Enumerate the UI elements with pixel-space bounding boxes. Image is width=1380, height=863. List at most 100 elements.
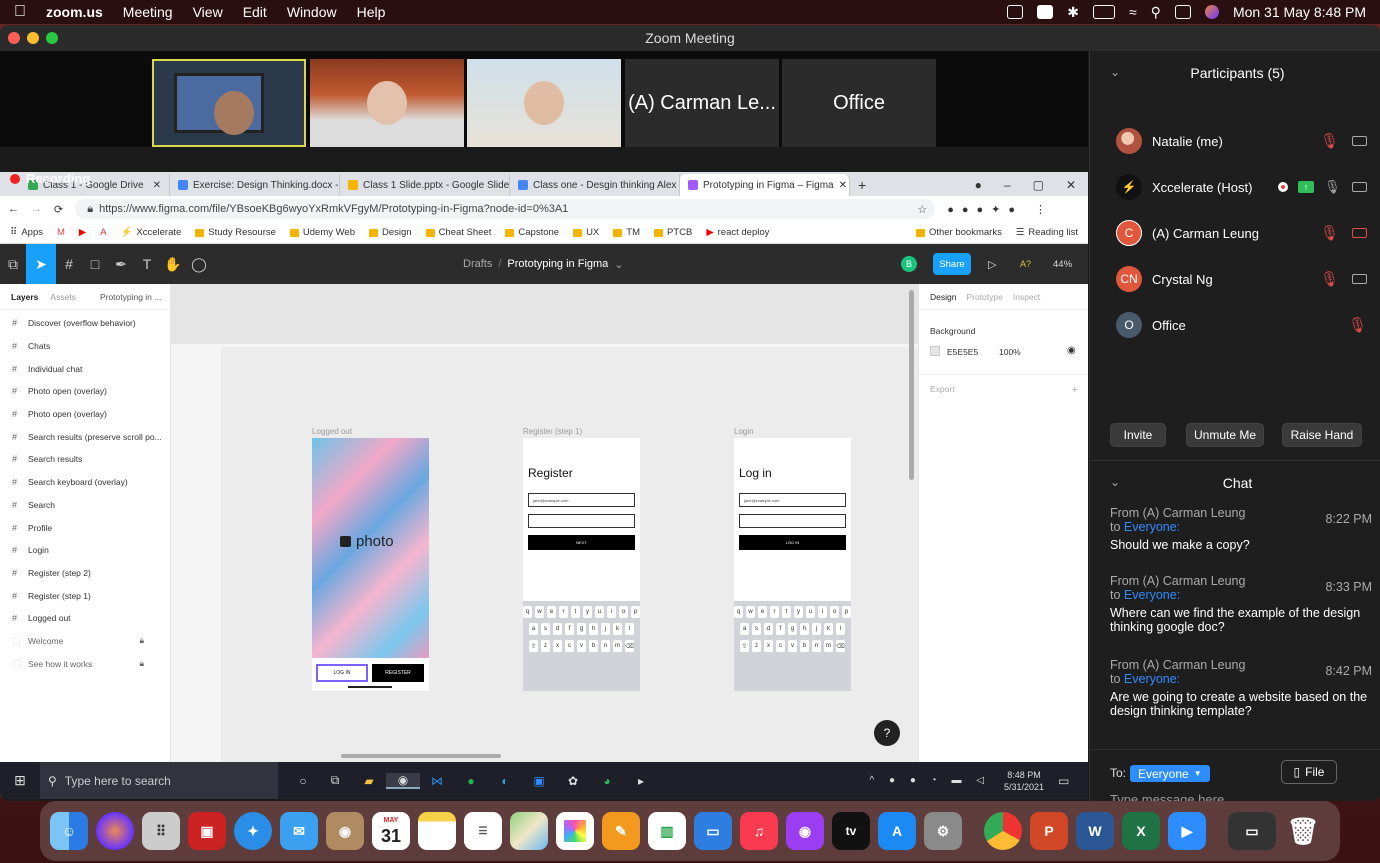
help-button[interactable]: ? [874, 720, 900, 746]
camera-off-icon[interactable] [1352, 228, 1367, 238]
siri-dock-icon[interactable] [96, 812, 134, 850]
spotify-icon[interactable]: ● [454, 774, 488, 788]
raise-hand-button[interactable]: Raise Hand [1282, 423, 1362, 447]
menu-view[interactable]: View [193, 4, 223, 20]
mic-icon[interactable]: 🎙︎ [1324, 179, 1341, 195]
control-center-icon[interactable] [1174, 5, 1191, 19]
chat-input[interactable]: Type message here... [1110, 792, 1360, 801]
numbers-icon[interactable]: ▥ [648, 812, 686, 850]
bookmark-study[interactable]: Study Resourse [195, 227, 276, 238]
gmail-icon[interactable]: M [57, 227, 65, 238]
search-icon[interactable]: ⚲ [1151, 4, 1161, 21]
word-icon[interactable]: W [1076, 812, 1114, 850]
video-thumb-1[interactable] [152, 59, 306, 147]
pen-tool-icon[interactable]: ✒ [108, 251, 134, 277]
terminal-icon[interactable]: ▸ [624, 774, 658, 788]
participant-row[interactable]: O Office 🎙︎ [1090, 302, 1380, 348]
menu-edit[interactable]: Edit [243, 4, 267, 20]
reload-icon[interactable]: ⟳ [54, 203, 63, 216]
windows-start-icon[interactable]: ⊞ [0, 772, 40, 789]
frame-login-submit[interactable]: LOG IN [739, 535, 846, 550]
evernote-icon[interactable]: ◕ [590, 774, 624, 788]
lock-icon[interactable]: 🔒︎ [139, 635, 144, 646]
photos-icon[interactable] [556, 812, 594, 850]
share-button[interactable]: Share [933, 253, 971, 275]
bluetooth-icon[interactable]: ✱ [1067, 4, 1079, 21]
recipient-dropdown[interactable]: Everyone ▼ [1130, 765, 1210, 782]
tab-page[interactable]: Prototyping in ... [100, 292, 161, 302]
video-thumb-carman[interactable]: (A) Carman Le... [625, 59, 779, 147]
frame-tool-icon[interactable]: # [56, 251, 82, 277]
layer-item[interactable]: # Search [0, 494, 170, 517]
apple-tv-icon[interactable]: tv [832, 812, 870, 850]
maximize-icon[interactable]: ▢ [1033, 178, 1044, 192]
podcasts-icon[interactable]: ◉ [786, 812, 824, 850]
forward-icon[interactable]: → [31, 203, 42, 215]
reading-list[interactable]: ☰ Reading list [1016, 227, 1078, 238]
frame-login-button[interactable]: LOG IN [316, 664, 368, 682]
edge-icon[interactable]: ◐ [488, 774, 522, 788]
frame-password-field[interactable] [739, 514, 846, 528]
hand-tool-icon[interactable]: ✋ [160, 251, 186, 277]
maps-icon[interactable] [510, 812, 548, 850]
horizontal-scrollbar[interactable] [341, 754, 501, 758]
frame-register-button[interactable]: REGISTER [372, 664, 424, 682]
launchpad-icon[interactable]: ⠿ [142, 812, 180, 850]
chrome-tab-4[interactable]: Class one - Desgin thinking Alex✕ [510, 174, 680, 196]
frame-label[interactable]: Logged out [312, 427, 352, 436]
menu-app-name[interactable]: zoom.us [46, 4, 103, 20]
chrome-tab-2[interactable]: Exercise: Design Thinking.docx -✕ [170, 174, 340, 196]
figma-menu-icon[interactable]: ⧉ [0, 251, 26, 277]
bookmark-tm[interactable]: TM [613, 227, 640, 238]
layer-item[interactable]: # Login [0, 539, 170, 562]
close-window-button[interactable] [8, 32, 20, 44]
frame-logged-out[interactable]: photo LOG IN REGISTER [312, 438, 429, 691]
recording-indicator[interactable]: Recording [10, 171, 90, 186]
mail-icon[interactable]: ✉ [280, 812, 318, 850]
frame-register[interactable]: Register jane@example.com NEXT qwertyuio… [523, 438, 640, 691]
safari-icon[interactable]: ✦ [234, 812, 272, 850]
text-tool-icon[interactable]: T [134, 251, 160, 277]
notes-icon[interactable] [418, 812, 456, 850]
background-swatch[interactable] [930, 346, 940, 356]
participant-row[interactable]: C (A) Carman Leung 🎙︎ [1090, 210, 1380, 256]
add-export-icon[interactable]: + [1072, 384, 1078, 396]
profile-icon[interactable]: ● [975, 178, 982, 192]
zoom-status-icon[interactable] [1007, 5, 1024, 19]
lock-icon[interactable]: 🔒︎ [139, 658, 144, 669]
apple-icon[interactable]:  [14, 3, 26, 21]
chrome-menu-icon[interactable]: ⋮ [1035, 203, 1046, 216]
video-thumb-2[interactable] [310, 59, 464, 147]
tray-icons[interactable]: ^ ● ● ◔ ▬ ◁ [870, 775, 990, 786]
figma-taskbar-icon[interactable]: ✿ [556, 774, 590, 788]
calendar-icon[interactable]: MAY 31 [372, 812, 410, 850]
layer-item[interactable]: # Search results [0, 448, 170, 471]
layer-item[interactable]: # Register (step 1) [0, 584, 170, 607]
windows-search-box[interactable]: ⚲ Type here to search [40, 762, 278, 799]
vscode-icon[interactable]: ⋈ [420, 774, 454, 788]
participant-row[interactable]: Natalie (me) 🎙︎ [1090, 118, 1380, 164]
input-source-icon[interactable] [1037, 5, 1054, 19]
move-tool-icon[interactable]: ➤ [26, 244, 56, 284]
app-store-icon[interactable]: A [878, 812, 916, 850]
bookmark-udemy[interactable]: Udemy Web [289, 227, 355, 238]
chrome-tab-figma[interactable]: Prototyping in Figma – Figma ✕ [680, 174, 850, 196]
background-hex[interactable]: E5E5E5 [947, 347, 978, 357]
audience-link[interactable]: Everyone: [1124, 520, 1180, 534]
windows-clock[interactable]: 8:48 PM 5/31/2021 [1004, 769, 1044, 793]
figma-canvas[interactable]: Logged out photo LOG IN REGISTER Registe… [171, 284, 918, 762]
explorer-icon[interactable]: ▰ [352, 774, 386, 788]
eye-icon[interactable]: ◉ [1067, 345, 1076, 356]
a11y-icon[interactable]: A? [1020, 259, 1031, 269]
new-tab-button[interactable]: + [850, 174, 880, 196]
layer-item[interactable]: # Photo open (overlay) [0, 380, 170, 403]
mic-muted-icon[interactable]: 🎙︎ [1320, 270, 1339, 288]
url-input[interactable]: 🔒︎ https://www.figma.com/file/YBsoeKBg6w… [75, 199, 936, 219]
powerpoint-icon[interactable]: P [1030, 812, 1068, 850]
bookmark-design[interactable]: Design [368, 227, 412, 238]
file-button[interactable]: ▯ File [1281, 760, 1337, 784]
tab-assets[interactable]: Assets [50, 292, 76, 302]
system-preferences-icon[interactable]: ⚙ [924, 812, 962, 850]
back-icon[interactable]: ← [8, 203, 19, 215]
battery-icon[interactable] [1092, 5, 1115, 19]
